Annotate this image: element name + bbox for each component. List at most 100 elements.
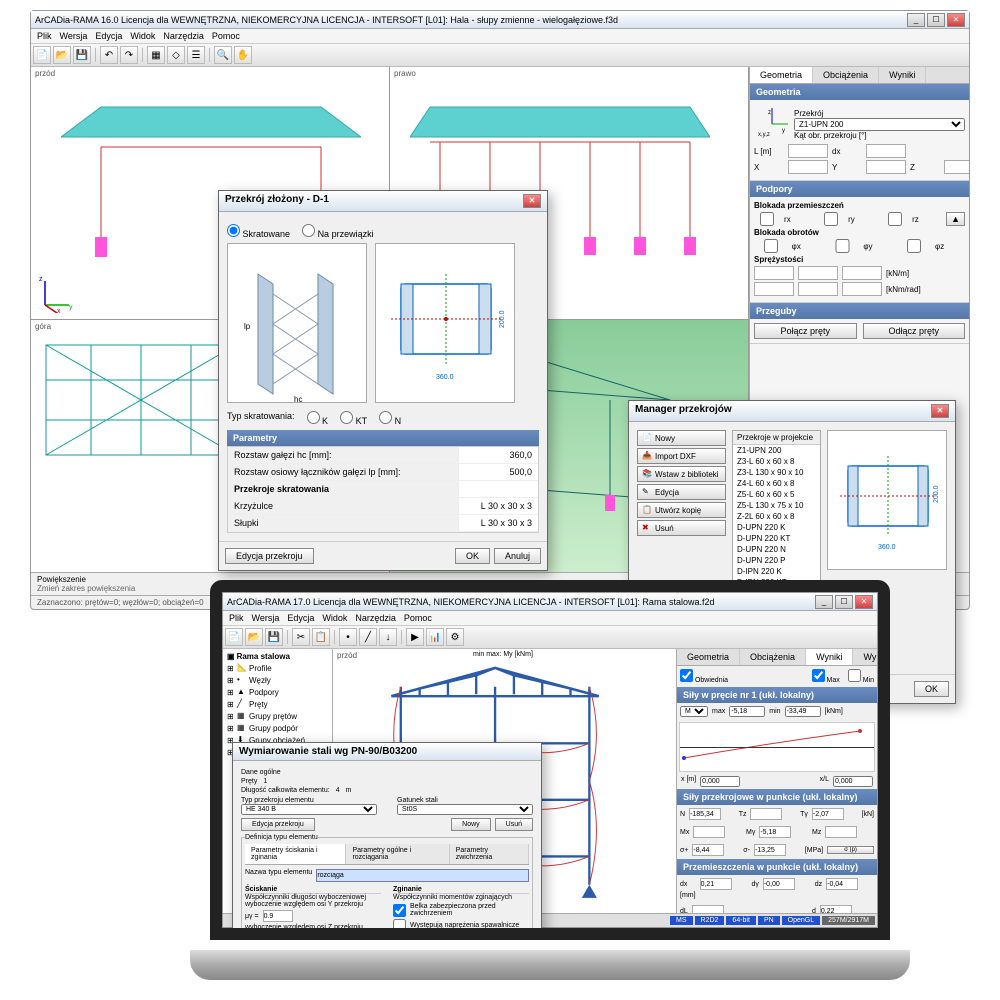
close-button[interactable]: ✕	[947, 13, 965, 27]
mgr-list-item[interactable]: Z-2L 60 x 60 x 8	[733, 511, 820, 522]
bz-input[interactable]	[450, 934, 480, 940]
fg-tb-load-icon[interactable]: ↓	[379, 628, 397, 646]
edit-section-button[interactable]: Edycja przekroju	[225, 548, 314, 564]
tb-open-icon[interactable]: 📂	[53, 46, 71, 64]
tree-item[interactable]: ⊞▦Grupy prętów	[225, 710, 330, 722]
fg-tb-cut-icon[interactable]: ✂	[292, 628, 310, 646]
fg-menu-wersja[interactable]: Wersja	[252, 613, 280, 623]
tree-item[interactable]: ⊞📐Profile	[225, 662, 330, 674]
mgr-list-item[interactable]: Z5-L 130 x 75 x 10	[733, 500, 820, 511]
tb-grid-icon[interactable]: ▦	[147, 46, 165, 64]
xL-input[interactable]	[833, 776, 873, 787]
fg-tb-open-icon[interactable]: 📂	[245, 628, 263, 646]
ry-cb[interactable]	[818, 212, 844, 226]
nazwa-input[interactable]	[316, 869, 529, 882]
rz-cb[interactable]	[882, 212, 908, 226]
mgr-copy-button[interactable]: Utwórz kopię	[637, 502, 726, 518]
fg-tab-wym[interactable]: Wymiarowanie	[853, 649, 877, 665]
tree-item[interactable]: ⊞▦Grupy podpór	[225, 722, 330, 734]
steel-tab-zwich[interactable]: Parametry zwichrzenia	[450, 844, 529, 864]
tb-undo-icon[interactable]: ↶	[100, 46, 118, 64]
menu-pomoc[interactable]: Pomoc	[212, 31, 240, 41]
fg-tb-node-icon[interactable]: •	[339, 628, 357, 646]
tb-new-icon[interactable]: 📄	[33, 46, 51, 64]
obwiednia-cb[interactable]: Obwiednia	[680, 669, 728, 684]
section-cancel-button[interactable]: Anuluj	[494, 548, 541, 564]
fg-tab-wyn[interactable]: Wyniki	[806, 649, 853, 665]
fg-menu-narzedzia[interactable]: Narzędzia	[355, 613, 396, 623]
force-select[interactable]: M	[680, 706, 708, 717]
dx-input[interactable]	[866, 144, 906, 158]
fg-tab-geom[interactable]: Geometria	[677, 649, 740, 665]
fg-menu-widok[interactable]: Widok	[322, 613, 347, 623]
min-cb[interactable]: Min	[848, 669, 874, 684]
gat-select[interactable]: St0S	[397, 804, 533, 815]
k6[interactable]	[842, 282, 882, 296]
mgr-list-item[interactable]: D-IPN 220 K	[733, 566, 820, 577]
fg-menu-edycja[interactable]: Edycja	[287, 613, 314, 623]
x-input[interactable]	[700, 776, 740, 787]
k4[interactable]	[754, 282, 794, 296]
tree-item[interactable]: ⊞▲Podpory	[225, 686, 330, 698]
hc-value[interactable]: 360,0	[458, 447, 538, 463]
tb-snap-icon[interactable]: ◇	[167, 46, 185, 64]
typ-KT[interactable]: KT	[340, 411, 367, 426]
opt-skratowane[interactable]: Skratowane	[227, 224, 290, 239]
minimize-button[interactable]: _	[907, 13, 925, 27]
fg-tb-calc-icon[interactable]: ▶	[406, 628, 424, 646]
steel-nowy-button[interactable]: Nowy	[451, 818, 491, 831]
L-input[interactable]	[788, 144, 828, 158]
fg-tb-new-icon[interactable]: 📄	[225, 628, 243, 646]
fz-cb[interactable]	[897, 239, 931, 253]
mgr-list-item[interactable]: Z4-L 60 x 60 x 8	[733, 478, 820, 489]
mgr-close-icon[interactable]: ✕	[931, 404, 949, 418]
lp-value[interactable]: 500,0	[458, 464, 538, 480]
belka-cb[interactable]: Belka zabezpieczona przed zwichrzeniem	[393, 903, 529, 917]
polacz-button[interactable]: Połącz pręty	[754, 323, 857, 339]
fg-menu-plik[interactable]: Plik	[229, 613, 244, 623]
odlacz-button[interactable]: Odłącz pręty	[863, 323, 966, 339]
menu-plik[interactable]: Plik	[37, 31, 52, 41]
mgr-list-item[interactable]: Z3-L 130 x 90 x 10	[733, 467, 820, 478]
mgr-list-item[interactable]: D-UPN 220 KT	[733, 533, 820, 544]
tb-zoom-icon[interactable]: 🔍	[214, 46, 232, 64]
fg-tb-save-icon[interactable]: 💾	[265, 628, 283, 646]
fg-min-button[interactable]: _	[815, 595, 833, 609]
podpory-action-btn[interactable]: ▲	[946, 212, 965, 226]
menu-wersja[interactable]: Wersja	[60, 31, 88, 41]
menu-narzedzia[interactable]: Narzędzia	[163, 31, 204, 41]
mgr-ok-button[interactable]: OK	[914, 681, 949, 697]
by-input[interactable]	[405, 934, 435, 940]
fg-menu-pomoc[interactable]: Pomoc	[404, 613, 432, 623]
steel-tab-rozc[interactable]: Parametry ogólne i rozciągania	[346, 844, 449, 864]
mgr-list-item[interactable]: Z1-UPN 200	[733, 445, 820, 456]
mgr-delete-button[interactable]: Usuń	[637, 520, 726, 536]
rx-cb[interactable]	[754, 212, 780, 226]
max-input[interactable]	[729, 706, 765, 717]
steel-edit-button[interactable]: Edycja przekroju	[241, 818, 315, 831]
mgr-list-item[interactable]: Z5-L 60 x 60 x 5	[733, 489, 820, 500]
mgr-edit-button[interactable]: ✎Edycja	[637, 484, 726, 500]
section-dlg-close-icon[interactable]: ✕	[523, 194, 541, 208]
section-ok-button[interactable]: OK	[455, 548, 490, 564]
opt-przewiazki[interactable]: Na przewiązki	[302, 224, 374, 239]
mgr-list-item[interactable]: D-UPN 220 P	[733, 555, 820, 566]
tab-geometria[interactable]: Geometria	[750, 67, 813, 83]
przekroj-select[interactable]: Z1-UPN 200	[794, 118, 965, 131]
mu-y-input[interactable]	[263, 910, 293, 922]
typ-K[interactable]: K	[307, 411, 329, 426]
sigma-button[interactable]: σ (p)	[827, 846, 874, 854]
tb-redo-icon[interactable]: ↷	[120, 46, 138, 64]
tab-obciazenia[interactable]: Obciążenia	[813, 67, 879, 83]
fg-tb-settings-icon[interactable]: ⚙	[446, 628, 464, 646]
Z-input[interactable]	[944, 160, 969, 174]
mgr-list-item[interactable]: D-UPN 220 K	[733, 522, 820, 533]
krzyz-value[interactable]: L 30 x 30 x 3	[458, 498, 538, 514]
tab-wyniki[interactable]: Wyniki	[879, 67, 926, 83]
k3[interactable]	[842, 266, 882, 280]
slupki-value[interactable]: L 30 x 30 x 3	[458, 515, 538, 531]
typ-N[interactable]: N	[379, 411, 401, 426]
tb-save-icon[interactable]: 💾	[73, 46, 91, 64]
typ-select[interactable]: HE 340 B	[241, 804, 377, 815]
k1[interactable]	[754, 266, 794, 280]
